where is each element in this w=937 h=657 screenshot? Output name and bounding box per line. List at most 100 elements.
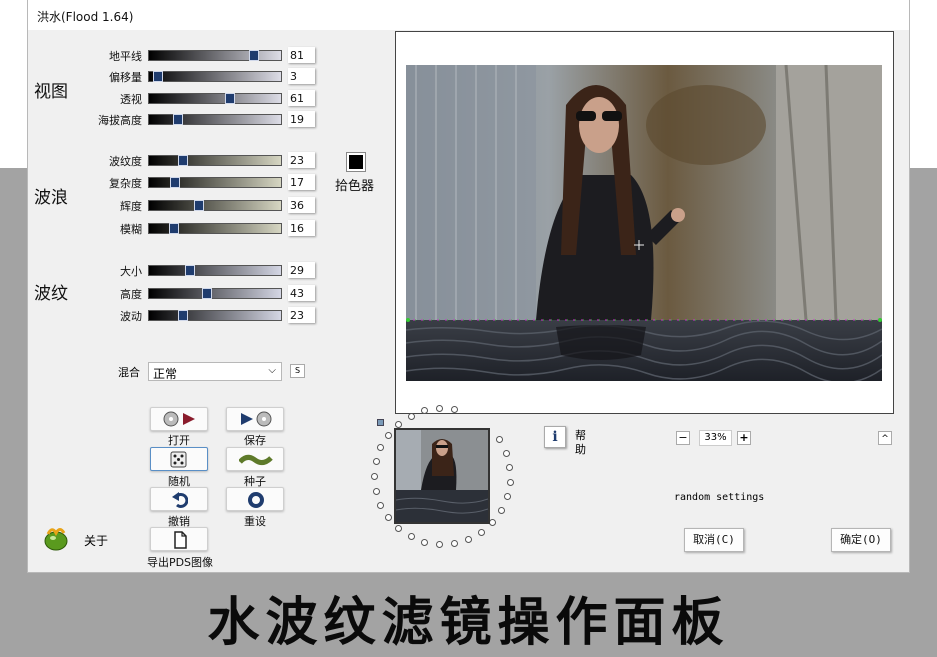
arc-dot xyxy=(498,507,505,514)
slider-label: 高度 xyxy=(120,288,142,301)
title-bar: 洪水(Flood 1.64) xyxy=(28,0,909,30)
slider-thumb[interactable] xyxy=(169,223,179,234)
slider-value[interactable]: 36 xyxy=(288,197,315,213)
dice-icon xyxy=(170,451,187,468)
slider-value[interactable]: 17 xyxy=(288,174,315,190)
slider-value[interactable]: 16 xyxy=(288,220,315,236)
zoom-out-button[interactable]: − xyxy=(676,431,690,445)
open-button[interactable] xyxy=(150,407,208,431)
arc-dot xyxy=(373,488,380,495)
slider-track[interactable] xyxy=(148,310,282,321)
arc-dot xyxy=(395,525,402,532)
arc-dot xyxy=(506,464,513,471)
arc-dot xyxy=(507,479,514,486)
slider-thumb[interactable] xyxy=(225,93,235,104)
slider-label: 复杂度 xyxy=(109,177,142,190)
export-button[interactable] xyxy=(150,527,208,551)
undo-icon xyxy=(172,492,188,508)
open-icon xyxy=(163,411,195,427)
help-label-2[interactable]: 助 xyxy=(575,441,586,457)
slider-track[interactable] xyxy=(148,288,282,299)
chevron-down-icon: ⌵ xyxy=(268,365,276,376)
collapse-button[interactable]: ^ xyxy=(878,431,892,445)
slider-track[interactable] xyxy=(148,200,282,211)
slider-track[interactable] xyxy=(148,71,282,82)
arc-dot xyxy=(377,444,384,451)
seed-button[interactable] xyxy=(226,447,284,471)
arc-dot xyxy=(478,529,485,536)
slider-track[interactable] xyxy=(148,155,282,166)
preview-image[interactable] xyxy=(406,65,882,381)
slider-thumb[interactable] xyxy=(249,50,259,61)
slider-value[interactable]: 61 xyxy=(288,90,315,106)
slider-thumb[interactable] xyxy=(153,71,163,82)
zoom-level: 33% xyxy=(699,430,732,446)
save-button[interactable] xyxy=(226,407,284,431)
arc-dot xyxy=(408,533,415,540)
blend-mode-value: 正常 xyxy=(153,367,178,381)
blend-label: 混合 xyxy=(118,366,140,379)
logo-icon[interactable] xyxy=(42,524,70,552)
slider-value[interactable]: 29 xyxy=(288,262,315,278)
slider-label: 地平线 xyxy=(109,50,142,63)
slider-value[interactable]: 23 xyxy=(288,152,315,168)
reset-icon xyxy=(248,492,264,508)
blend-mode-select[interactable]: 正常 ⌵ xyxy=(148,362,282,381)
info-icon[interactable]: i xyxy=(544,426,566,448)
flood-dialog: 洪水(Flood 1.64) 视图 波浪 波纹 地平线 81 偏移量 3 透视 61 海拔高… xyxy=(28,0,909,572)
random-button[interactable] xyxy=(150,447,208,471)
zoom-in-button[interactable]: + xyxy=(737,431,751,445)
slider-track[interactable] xyxy=(148,114,282,125)
cancel-button[interactable]: 取消(C) xyxy=(684,528,744,552)
slider-thumb[interactable] xyxy=(170,177,180,188)
ok-button[interactable]: 确定(O) xyxy=(831,528,891,552)
slider-value[interactable]: 3 xyxy=(288,68,315,84)
color-picker-label: 拾色器 xyxy=(335,179,375,194)
arc-dot xyxy=(385,514,392,521)
slider-thumb[interactable] xyxy=(194,200,204,211)
open-label: 打开 xyxy=(168,434,190,447)
undo-button[interactable] xyxy=(150,487,208,511)
wave-icon xyxy=(239,454,273,466)
slider-track[interactable] xyxy=(148,50,282,61)
arc-dot xyxy=(496,436,503,443)
thumbnail-preview[interactable] xyxy=(394,428,490,524)
thumbnail-graphic xyxy=(396,430,488,522)
arc-dot xyxy=(385,432,392,439)
document-icon xyxy=(174,531,187,549)
slider-label: 波纹度 xyxy=(109,155,142,168)
preview-frame xyxy=(395,31,894,414)
slider-label: 透视 xyxy=(120,93,142,106)
slider-label: 模糊 xyxy=(120,223,142,236)
color-swatch[interactable] xyxy=(346,152,366,172)
save-label: 保存 xyxy=(244,434,266,447)
slider-track[interactable] xyxy=(148,223,282,234)
slider-thumb[interactable] xyxy=(202,288,212,299)
reset-button[interactable] xyxy=(226,487,284,511)
slider-label: 辉度 xyxy=(120,200,142,213)
slider-track[interactable] xyxy=(148,265,282,276)
slider-thumb[interactable] xyxy=(173,114,183,125)
slider-label: 海拔高度 xyxy=(98,114,142,127)
slider-thumb[interactable] xyxy=(185,265,195,276)
arc-dot xyxy=(373,458,380,465)
slider-label: 大小 xyxy=(120,265,142,278)
slider-thumb[interactable] xyxy=(178,310,188,321)
arc-handle[interactable] xyxy=(377,419,384,426)
arc-dot xyxy=(436,405,443,412)
slider-value[interactable]: 19 xyxy=(288,111,315,127)
slider-value[interactable]: 23 xyxy=(288,307,315,323)
slider-value[interactable]: 43 xyxy=(288,285,315,301)
slider-thumb[interactable] xyxy=(178,155,188,166)
slider-value[interactable]: 81 xyxy=(288,47,315,63)
arc-dot xyxy=(465,536,472,543)
about-label[interactable]: 关于 xyxy=(84,532,108,549)
export-label: 导出PDS图像 xyxy=(146,556,214,569)
blend-s-button[interactable]: S xyxy=(290,364,305,378)
slider-label: 波动 xyxy=(120,310,142,323)
slider-track[interactable] xyxy=(148,177,282,188)
arc-dot xyxy=(395,421,402,428)
arc-dot xyxy=(489,519,496,526)
slider-track[interactable] xyxy=(148,93,282,104)
slider-label: 偏移量 xyxy=(109,71,142,84)
